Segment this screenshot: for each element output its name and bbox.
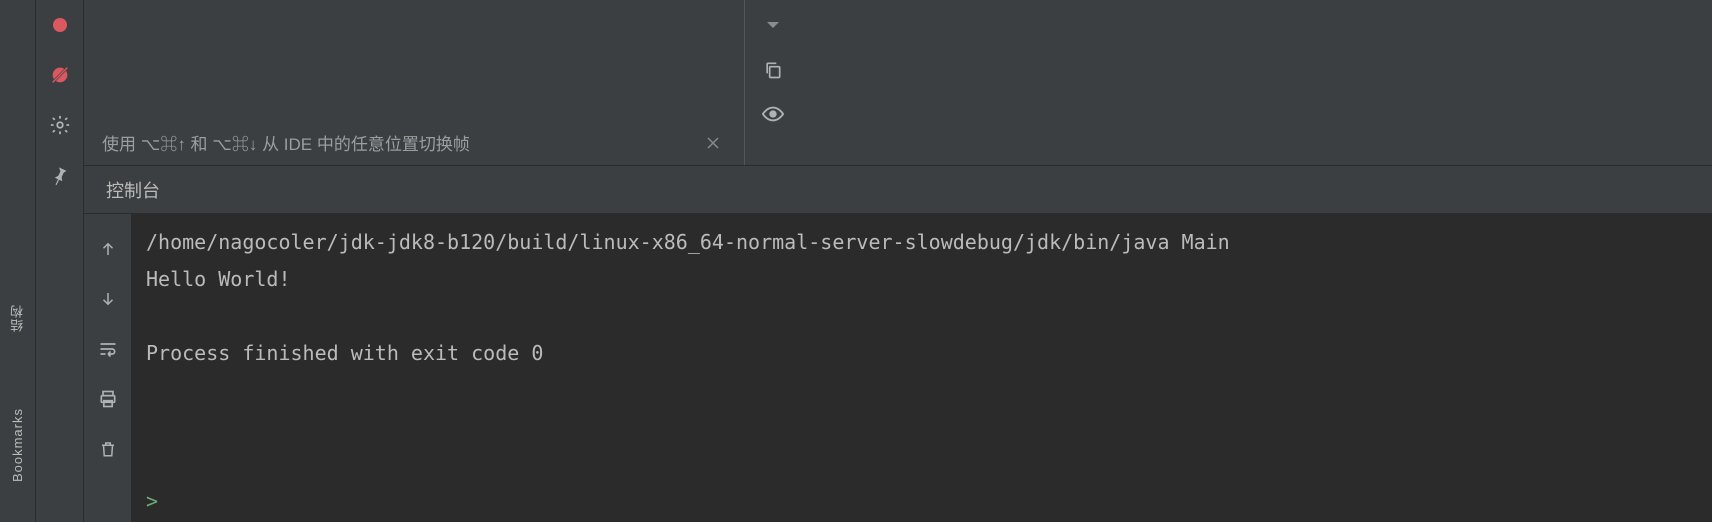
console-line-1: /home/nagocoler/jdk-jdk8-b120/build/linu…: [146, 230, 1230, 254]
structure-tool-window-button[interactable]: 结构: [8, 304, 27, 332]
mute-breakpoints-icon: [49, 64, 71, 86]
structure-label: 结构: [10, 304, 25, 332]
soft-wrap-icon: [98, 340, 118, 358]
scroll-up-button[interactable]: [93, 234, 123, 264]
bookmarks-label: Bookmarks: [10, 408, 25, 482]
frames-mini-toolbar: [744, 0, 800, 165]
collapse-button[interactable]: [759, 12, 787, 40]
frames-panel: 使用 ⌥⌘↑ 和 ⌥⌘↓ 从 IDE 中的任意位置切换帧: [84, 0, 744, 165]
trash-icon: [99, 439, 117, 459]
console-line-4: Process finished with exit code 0: [146, 341, 543, 365]
console-prompt: >: [146, 483, 158, 520]
copy-icon: [763, 60, 783, 80]
pin-button[interactable]: [45, 160, 75, 190]
frames-hint-text: 使用 ⌥⌘↑ 和 ⌥⌘↓ 从 IDE 中的任意位置切换帧: [102, 130, 470, 155]
stop-icon: [53, 18, 67, 32]
eye-icon: [762, 106, 784, 122]
debug-toolbar: [36, 0, 84, 522]
console-toolbar: [84, 214, 132, 522]
pin-icon: [50, 165, 70, 185]
close-icon: [706, 136, 720, 150]
watch-button[interactable]: [759, 100, 787, 128]
main-panel: 使用 ⌥⌘↑ 和 ⌥⌘↓ 从 IDE 中的任意位置切换帧: [84, 0, 1712, 522]
print-icon: [98, 389, 118, 409]
console-area: /home/nagocoler/jdk-jdk8-b120/build/linu…: [84, 214, 1712, 522]
tab-console[interactable]: 控制台: [106, 177, 160, 203]
bookmarks-tool-window-button[interactable]: Bookmarks: [10, 408, 25, 482]
soft-wrap-button[interactable]: [93, 334, 123, 364]
gear-icon: [49, 114, 71, 136]
chevron-down-icon: [765, 20, 781, 32]
down-arrow-icon: [99, 290, 117, 308]
clear-button[interactable]: [93, 434, 123, 464]
up-arrow-icon: [99, 240, 117, 258]
scroll-down-button[interactable]: [93, 284, 123, 314]
left-tool-gutter: 结构 Bookmarks: [0, 0, 36, 522]
mute-breakpoints-button[interactable]: [45, 60, 75, 90]
settings-button[interactable]: [45, 110, 75, 140]
frames-hint-row: 使用 ⌥⌘↑ 和 ⌥⌘↓ 从 IDE 中的任意位置切换帧: [102, 130, 728, 155]
console-output[interactable]: /home/nagocoler/jdk-jdk8-b120/build/linu…: [132, 214, 1712, 522]
stop-button[interactable]: [45, 10, 75, 40]
console-tabs: 控制台: [84, 166, 1712, 214]
console-line-2: Hello World!: [146, 267, 291, 291]
copy-stack-button[interactable]: [759, 56, 787, 84]
print-button[interactable]: [93, 384, 123, 414]
close-hint-button[interactable]: [698, 132, 728, 154]
frames-area: 使用 ⌥⌘↑ 和 ⌥⌘↓ 从 IDE 中的任意位置切换帧: [84, 0, 1712, 166]
variables-area: [800, 0, 1712, 165]
